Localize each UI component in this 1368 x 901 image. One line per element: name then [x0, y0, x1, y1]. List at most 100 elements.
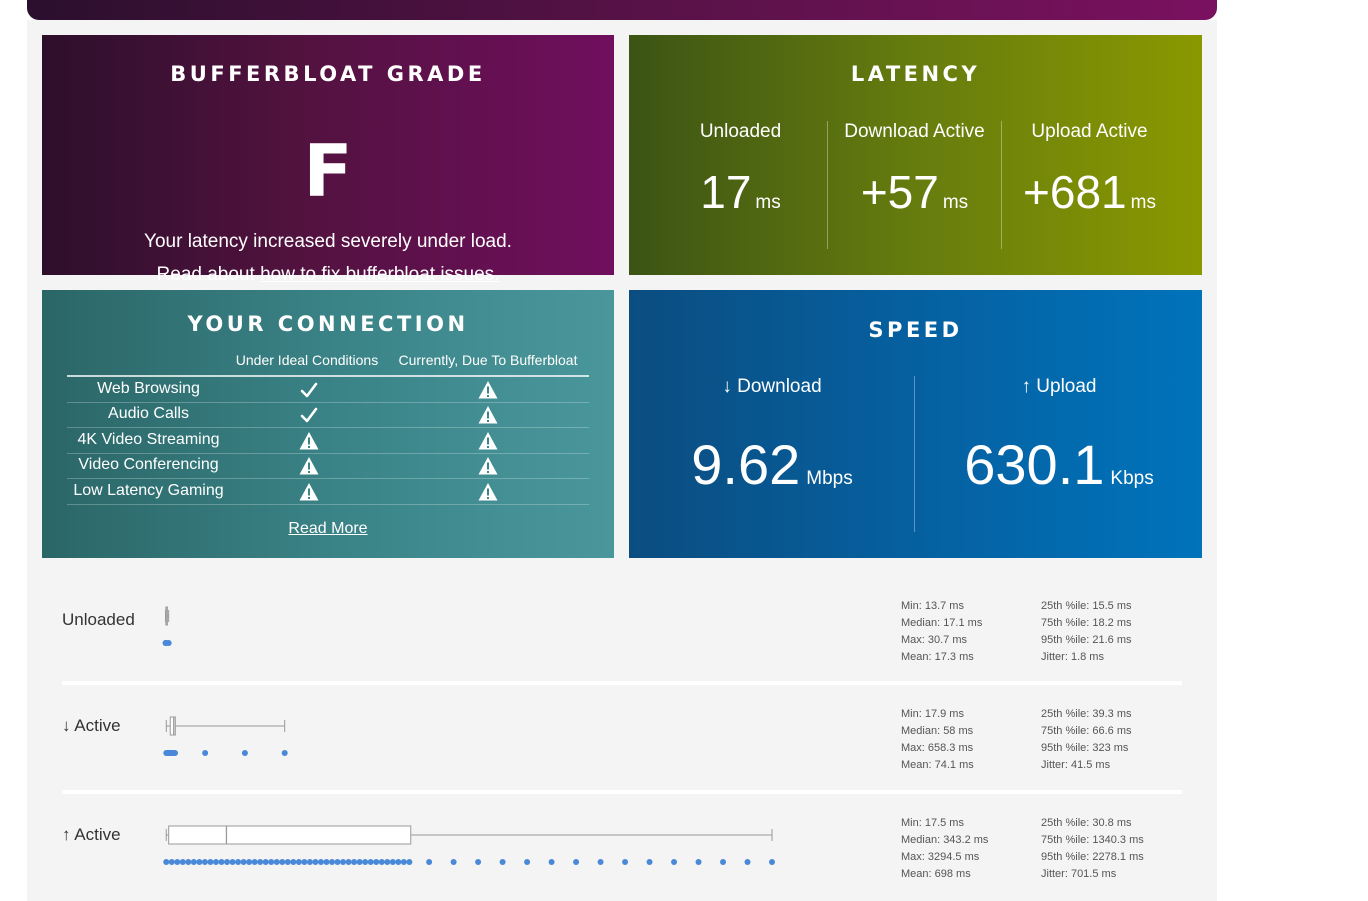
latency-boxplot-upload-active	[163, 825, 775, 865]
latency-sample-dot	[251, 859, 258, 865]
latency-sample-dot	[257, 859, 264, 865]
stat-min: Min: 17.9 ms	[901, 708, 964, 720]
connection-title: YOUR CONNECTION	[187, 312, 469, 336]
checkmark-icon	[299, 405, 319, 425]
divider	[1001, 121, 1002, 249]
latency-sample-dot	[218, 859, 225, 865]
latency-sample-dot	[312, 859, 319, 865]
upload-unit: Kbps	[1110, 468, 1154, 489]
upload-label: ↑ Upload	[1021, 376, 1097, 397]
latency-sample-dot	[235, 859, 242, 865]
latency-sample-dot	[389, 859, 396, 865]
checkmark-icon	[299, 380, 319, 400]
latency-sample-dot	[279, 859, 286, 865]
download-value: 9.62	[691, 433, 801, 496]
latency-sample-dot	[241, 750, 248, 756]
grade-message: Your latency increased severely under lo…	[144, 231, 512, 252]
latency-sample-dot	[695, 859, 702, 865]
latency-sample-dot	[329, 859, 336, 865]
read-more-link[interactable]: Read More	[288, 520, 367, 537]
stat-p25: 25th %ile: 39.3 ms	[1041, 708, 1132, 720]
connection-row: Low Latency Gaming	[67, 479, 589, 505]
latency-sample-dot	[356, 859, 363, 865]
latency-sample-dot	[262, 859, 269, 865]
latency-sample-dot	[190, 859, 197, 865]
stat-p75: 75th %ile: 1340.3 ms	[1041, 834, 1144, 846]
connection-card: YOUR CONNECTION Under Ideal Conditions C…	[42, 290, 614, 558]
stat-p75: 75th %ile: 18.2 ms	[1041, 617, 1132, 629]
stat-p95: 95th %ile: 2278.1 ms	[1041, 851, 1144, 863]
latency-sample-dot	[450, 859, 457, 865]
stat-median: Median: 343.2 ms	[901, 834, 989, 846]
connection-row-name: Low Latency Gaming	[73, 481, 224, 499]
latency-sample-dot	[306, 859, 313, 865]
connection-row: Audio Calls	[67, 402, 589, 429]
connection-row: Web Browsing	[67, 377, 589, 403]
stat-jitter: Jitter: 701.5 ms	[1041, 868, 1117, 880]
latency-sample-dot	[395, 859, 402, 865]
warning-icon	[478, 380, 498, 400]
latency-unloaded-value: 17	[700, 166, 752, 218]
stat-jitter: Jitter: 41.5 ms	[1041, 759, 1111, 771]
latency-sample-dot	[744, 859, 751, 865]
latency-sample-dot	[185, 859, 192, 865]
grade-title: BUFFERBLOAT GRADE	[170, 62, 486, 86]
stat-mean: Mean: 74.1 ms	[901, 759, 974, 771]
bufferbloat-grade-card: BUFFERBLOAT GRADE F Your latency increas…	[42, 35, 614, 285]
latency-sample-dot	[499, 859, 506, 865]
latency-sample-dot	[281, 750, 288, 756]
latency-download-label: Download Active	[844, 121, 985, 142]
latency-sample-dot	[172, 750, 179, 756]
stat-label-upload-active: ↑ Active	[62, 825, 121, 844]
latency-upload-label: Upload Active	[1031, 121, 1148, 142]
latency-boxplot-download-active	[163, 716, 288, 756]
latency-sample-dot	[196, 859, 203, 865]
latency-sample-dot	[224, 859, 231, 865]
stat-label-download-active: ↓ Active	[62, 716, 121, 735]
latency-unit: ms	[1130, 192, 1156, 213]
latency-sample-dot	[548, 859, 555, 865]
warning-icon	[299, 431, 319, 451]
iqr-box	[169, 716, 176, 736]
latency-sample-dot	[400, 859, 407, 865]
latency-sample-dot	[273, 859, 280, 865]
latency-sample-dot	[373, 859, 380, 865]
warning-icon	[478, 456, 498, 476]
latency-upload-active: Upload Active +681 ms	[1003, 121, 1176, 228]
latency-sample-dot	[334, 859, 341, 865]
fix-bufferbloat-link[interactable]: how to fix bufferbloat issues.	[260, 264, 499, 285]
download-unit: Mbps	[806, 468, 853, 489]
stat-p25: 25th %ile: 30.8 ms	[1041, 817, 1132, 829]
read-more-line: Read More	[42, 520, 614, 538]
connection-row-name: Web Browsing	[97, 380, 200, 397]
stat-max: Max: 658.3 ms	[901, 742, 974, 754]
grade-letter: F	[303, 129, 353, 213]
latency-title: LATENCY	[850, 62, 981, 86]
latency-sample-dot	[345, 859, 352, 865]
download-label: ↓ Download	[722, 376, 822, 397]
stat-left-download: Min: 17.9 ms Median: 58 ms Max: 658.3 ms…	[901, 706, 974, 774]
latency-sample-dot	[597, 859, 604, 865]
connection-row: 4K Video Streaming	[67, 428, 589, 454]
upload-speed: ↑ Upload 630.1 Kbps	[916, 376, 1202, 509]
latency-sample-dot	[340, 859, 347, 865]
warning-icon	[478, 482, 498, 502]
latency-sample-dot	[301, 859, 308, 865]
latency-sample-dot	[168, 859, 175, 865]
stat-right-unloaded: 25th %ile: 15.5 ms 75th %ile: 18.2 ms 95…	[1041, 598, 1132, 666]
warning-icon	[478, 405, 498, 425]
latency-download-value: +57	[860, 166, 939, 218]
divider	[914, 376, 915, 532]
stat-label-unloaded: Unloaded	[62, 610, 135, 629]
latency-sample-dot	[207, 859, 214, 865]
latency-sample-dot	[179, 859, 186, 865]
row-separator	[62, 681, 1182, 685]
latency-download-active: Download Active +57 ms	[828, 121, 1001, 228]
speed-title: SPEED	[868, 318, 963, 342]
latency-sample-dot	[290, 859, 297, 865]
latency-sample-dot	[406, 859, 413, 865]
latency-sample-dot	[769, 859, 775, 865]
stat-max: Max: 30.7 ms	[901, 634, 968, 646]
latency-upload-value: +681	[1023, 166, 1127, 218]
latency-card: LATENCY Unloaded 17 ms Download Active +5…	[629, 35, 1202, 275]
